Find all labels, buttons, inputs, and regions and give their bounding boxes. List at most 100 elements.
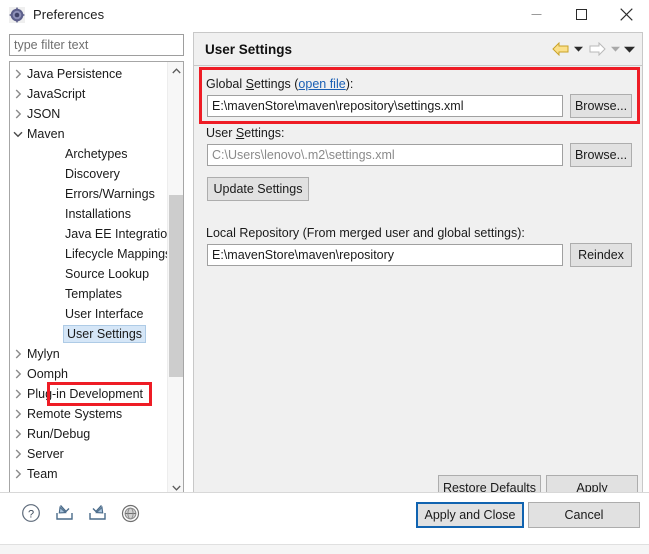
title-bar: Preferences bbox=[0, 0, 649, 29]
user-settings-input[interactable] bbox=[207, 144, 563, 166]
chevron-right-icon[interactable] bbox=[10, 89, 26, 99]
tree-item-mylyn[interactable]: Mylyn bbox=[10, 344, 167, 364]
close-button[interactable] bbox=[604, 0, 649, 29]
tree-item-java-persistence[interactable]: Java Persistence bbox=[10, 64, 167, 84]
chevron-right-icon[interactable] bbox=[10, 369, 26, 379]
tree-item-json[interactable]: JSON bbox=[10, 104, 167, 124]
panel-nav-tools bbox=[549, 38, 636, 60]
tree-item-list[interactable]: Java Persistence JavaScript JSON Maven Arche… bbox=[10, 64, 167, 496]
tree-item-server[interactable]: Server bbox=[10, 444, 167, 464]
panel-header: User Settings bbox=[194, 33, 642, 66]
tree-item-label: Plug-in Development bbox=[27, 387, 144, 401]
help-icon[interactable]: ? bbox=[20, 502, 42, 524]
tree-item-remote-systems[interactable]: Remote Systems bbox=[10, 404, 167, 424]
forward-dropdown-chevron-down-icon[interactable] bbox=[609, 38, 622, 60]
svg-text:?: ? bbox=[28, 508, 34, 520]
user-label-suffix: ettings: bbox=[244, 126, 285, 140]
tree-item-label: User Interface bbox=[65, 307, 144, 321]
tree-item-label: Mylyn bbox=[27, 347, 60, 361]
tree-item-java-ee-integration[interactable]: Java EE Integration bbox=[10, 224, 167, 244]
window-controls bbox=[514, 0, 649, 29]
user-label-mnemonic: S bbox=[235, 126, 245, 140]
tree-item-templates[interactable]: Templates bbox=[10, 284, 167, 304]
preferences-gear-icon bbox=[9, 6, 25, 23]
tree-item-label: Team bbox=[27, 467, 58, 481]
tree-item-source-lookup[interactable]: Source Lookup bbox=[10, 264, 167, 284]
chevron-down-icon[interactable] bbox=[10, 131, 26, 138]
global-label-prefix: Global bbox=[206, 77, 246, 91]
tree-item-label: Discovery bbox=[65, 167, 120, 181]
open-file-link[interactable]: open file bbox=[298, 77, 345, 91]
tree-scroll-thumb[interactable] bbox=[169, 195, 183, 377]
tree-item-errors-warnings[interactable]: Errors/Warnings bbox=[10, 184, 167, 204]
tree-item-archetypes[interactable]: Archetypes bbox=[10, 144, 167, 164]
tree-item-user-settings[interactable]: User Settings bbox=[10, 324, 167, 344]
chevron-right-icon[interactable] bbox=[10, 409, 26, 419]
local-repository-label: Local Repository (From merged user and g… bbox=[206, 226, 525, 240]
tree-item-label: User Settings bbox=[63, 325, 147, 343]
tree-item-label: Server bbox=[27, 447, 64, 461]
tree-item-team[interactable]: Team bbox=[10, 464, 167, 484]
back-dropdown-chevron-down-icon[interactable] bbox=[572, 38, 585, 60]
global-browse-button[interactable]: Browse... bbox=[570, 94, 632, 118]
local-repository-input[interactable] bbox=[207, 244, 563, 266]
tree-item-label: Templates bbox=[65, 287, 122, 301]
user-browse-button[interactable]: Browse... bbox=[570, 143, 632, 167]
user-settings-label: User Settings: bbox=[206, 126, 285, 140]
tree-item-label: Oomph bbox=[27, 367, 68, 381]
chevron-right-icon[interactable] bbox=[10, 429, 26, 439]
cancel-button[interactable]: Cancel bbox=[528, 502, 640, 528]
tree-item-label: Source Lookup bbox=[65, 267, 150, 281]
minimize-button[interactable] bbox=[514, 0, 559, 29]
global-settings-label: Global Settings (open file): bbox=[206, 77, 353, 91]
tree-item-user-interface[interactable]: User Interface bbox=[10, 304, 167, 324]
reindex-button[interactable]: Reindex bbox=[570, 243, 632, 267]
panel-content: Global Settings (open file): Browse... U… bbox=[194, 66, 642, 515]
tree-item-oomph[interactable]: Oomph bbox=[10, 364, 167, 384]
chevron-right-icon[interactable] bbox=[10, 469, 26, 479]
dialog-footer: ? Apply and Close Cancel bbox=[0, 492, 649, 554]
page-title: User Settings bbox=[205, 41, 293, 57]
user-label-prefix: User bbox=[206, 126, 236, 140]
chevron-right-icon[interactable] bbox=[10, 109, 26, 119]
tree-item-label: Java EE Integration bbox=[65, 227, 167, 241]
maximize-button[interactable] bbox=[559, 0, 604, 29]
global-label-mnemonic: S bbox=[245, 77, 254, 91]
view-menu-chevron-down-icon[interactable] bbox=[623, 38, 636, 60]
tree-item-javascript[interactable]: JavaScript bbox=[10, 84, 167, 104]
chevron-right-icon[interactable] bbox=[10, 389, 26, 399]
export-icon[interactable] bbox=[86, 502, 108, 524]
tree-item-label: Lifecycle Mappings bbox=[65, 247, 167, 261]
tree-item-label: JSON bbox=[27, 107, 61, 121]
dialog-body: Java Persistence JavaScript JSON MavenArche… bbox=[0, 29, 649, 515]
tree-item-label: Archetypes bbox=[65, 147, 128, 161]
tree-item-run-debug[interactable]: Run/Debug bbox=[10, 424, 167, 444]
tree-item-plug-in-development[interactable]: Plug-in Development bbox=[10, 384, 167, 404]
update-settings-button[interactable]: Update Settings bbox=[207, 177, 309, 201]
chevron-right-icon[interactable] bbox=[10, 69, 26, 79]
tree-item-label: Maven bbox=[27, 127, 65, 141]
window-title: Preferences bbox=[33, 7, 105, 22]
chevron-right-icon[interactable] bbox=[10, 449, 26, 459]
back-arrow-icon[interactable] bbox=[549, 38, 571, 60]
apply-and-close-button[interactable]: Apply and Close bbox=[416, 502, 524, 528]
forward-arrow-icon[interactable] bbox=[586, 38, 608, 60]
filter-input[interactable] bbox=[9, 34, 184, 56]
tree-item-discovery[interactable]: Discovery bbox=[10, 164, 167, 184]
scroll-up-icon[interactable] bbox=[168, 62, 183, 79]
global-label-suffix: ettings ( bbox=[253, 77, 299, 91]
tree-item-installations[interactable]: Installations bbox=[10, 204, 167, 224]
sphere-icon[interactable] bbox=[119, 502, 141, 524]
global-settings-input[interactable] bbox=[207, 95, 563, 117]
settings-panel: User Settings Global Settings (open file… bbox=[193, 32, 643, 515]
tree-item-maven[interactable]: Maven bbox=[10, 124, 167, 144]
preferences-tree[interactable]: Java Persistence JavaScript JSON Maven Arche… bbox=[9, 61, 184, 515]
import-icon[interactable] bbox=[53, 502, 75, 524]
tree-item-label: Errors/Warnings bbox=[65, 187, 155, 201]
chevron-right-icon[interactable] bbox=[10, 349, 26, 359]
footer-icon-group: ? bbox=[20, 502, 141, 524]
tree-item-label: Installations bbox=[65, 207, 132, 221]
tree-item-lifecycle-mappings[interactable]: Lifecycle Mappings bbox=[10, 244, 167, 264]
tree-vertical-scrollbar[interactable] bbox=[167, 62, 183, 496]
tree-item-label: JavaScript bbox=[27, 87, 86, 101]
